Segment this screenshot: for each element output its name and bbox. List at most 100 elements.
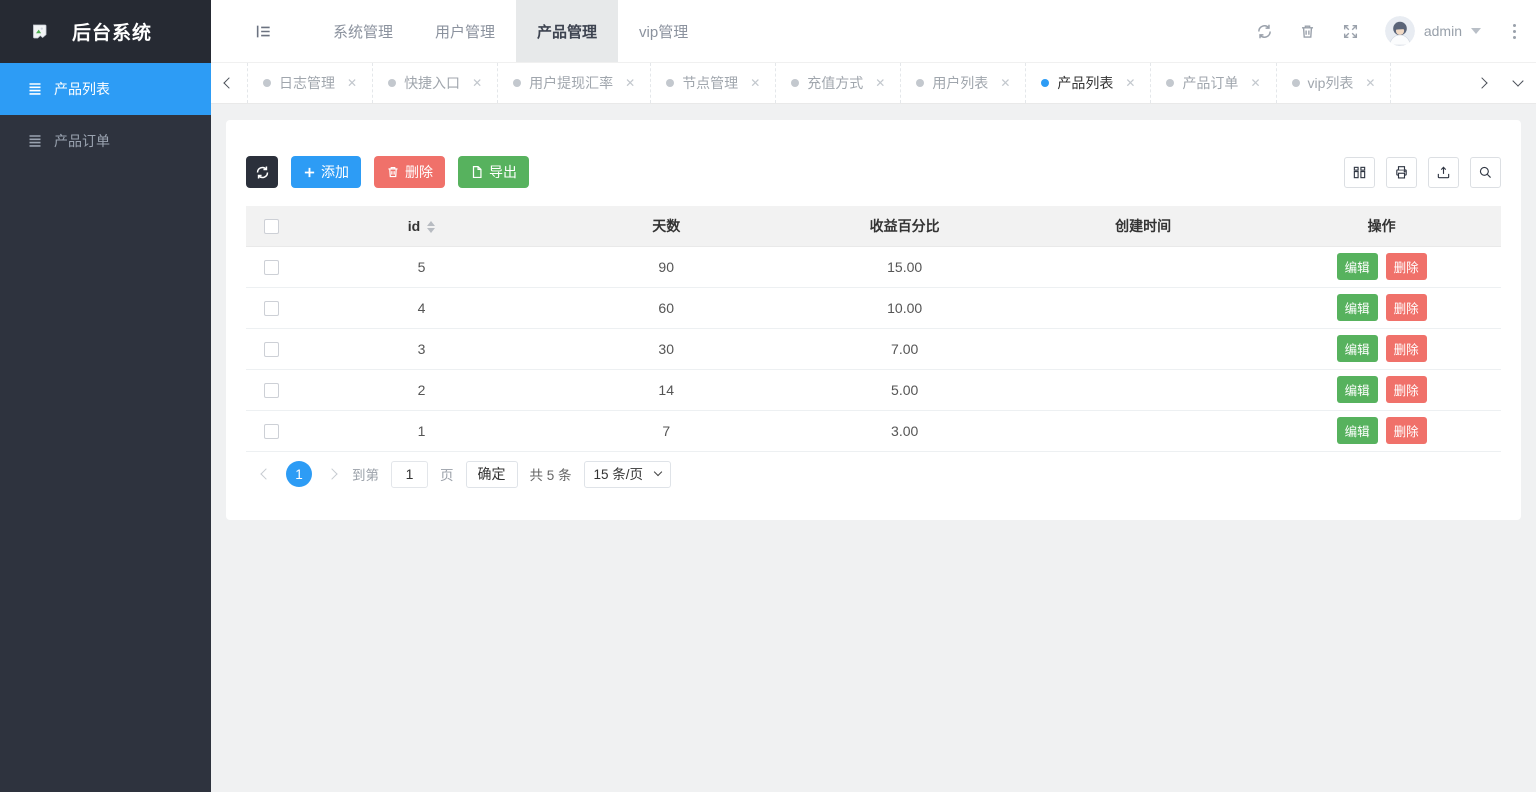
row-delete-button[interactable]: 删除: [1386, 417, 1427, 444]
user-menu[interactable]: admin: [1385, 16, 1481, 46]
content-area: 添加 删除 导出: [211, 104, 1536, 792]
cell-days: 60: [547, 287, 785, 328]
trash-icon[interactable]: [1299, 23, 1316, 40]
nav-vip-mgmt[interactable]: vip管理: [618, 0, 709, 62]
row-checkbox[interactable]: [264, 383, 279, 398]
sort-icon[interactable]: [427, 221, 435, 233]
tab-close-icon[interactable]: [347, 76, 357, 90]
list-icon: [27, 81, 43, 97]
edit-button[interactable]: 编辑: [1337, 417, 1378, 444]
confirm-page-button[interactable]: 确定: [466, 461, 518, 488]
row-checkbox[interactable]: [264, 342, 279, 357]
top-nav: 系统管理 用户管理 产品管理 vip管理: [312, 0, 709, 62]
trash-icon: [386, 165, 400, 179]
sidebar-item-product-list[interactable]: 产品列表: [0, 63, 211, 115]
tab-close-icon[interactable]: [1000, 76, 1010, 90]
export-data-button[interactable]: [1428, 157, 1459, 188]
cell-created: [1024, 410, 1262, 451]
table-row: 4 60 10.00 编辑删除: [246, 287, 1501, 328]
edit-button[interactable]: 编辑: [1337, 294, 1378, 321]
add-button[interactable]: 添加: [291, 156, 361, 188]
tab-product-list[interactable]: 产品列表: [1026, 63, 1151, 103]
cell-days: 90: [547, 246, 785, 287]
search-toggle-button[interactable]: [1470, 157, 1501, 188]
page-size-select[interactable]: 15 条/页: [584, 461, 671, 488]
next-page-icon[interactable]: [324, 466, 340, 482]
refresh-button[interactable]: [246, 156, 278, 188]
page-number-button[interactable]: 1: [286, 461, 312, 487]
sidebar-item-product-orders[interactable]: 产品订单: [0, 115, 211, 167]
tab-log-mgmt[interactable]: 日志管理: [247, 63, 373, 103]
tab-close-icon[interactable]: [1365, 76, 1375, 90]
cell-created: [1024, 369, 1262, 410]
tab-close-icon[interactable]: [625, 76, 635, 90]
cell-created: [1024, 328, 1262, 369]
cell-percent: 7.00: [785, 328, 1023, 369]
tabs-scroll-right-icon[interactable]: [1464, 63, 1500, 103]
refresh-icon[interactable]: [1256, 23, 1273, 40]
tab-vip-list[interactable]: vip列表: [1277, 63, 1392, 103]
row-delete-button[interactable]: 删除: [1386, 253, 1427, 280]
pagination: 1 到第 页 确定 共 5 条 15 条/页: [246, 461, 1501, 488]
col-header-days: 天数: [547, 206, 785, 246]
tab-close-icon[interactable]: [875, 76, 885, 90]
tab-close-icon[interactable]: [1125, 76, 1135, 90]
total-count-label: 共 5 条: [530, 464, 572, 484]
tab-quick-entry[interactable]: 快捷入口: [373, 63, 498, 103]
row-checkbox[interactable]: [264, 260, 279, 275]
tab-status-dot: [263, 79, 271, 87]
tab-withdraw-rate[interactable]: 用户提现汇率: [498, 63, 651, 103]
goto-suffix-label: 页: [440, 464, 454, 484]
edit-button[interactable]: 编辑: [1337, 376, 1378, 403]
tab-status-dot: [513, 79, 521, 87]
tab-status-dot: [791, 79, 799, 87]
more-menu-icon[interactable]: [1507, 24, 1522, 39]
chevron-down-icon: [1471, 28, 1481, 39]
username-label: admin: [1424, 23, 1462, 39]
app-title: 后台系统: [72, 18, 152, 45]
tab-status-dot: [388, 79, 396, 87]
fullscreen-icon[interactable]: [1342, 23, 1359, 40]
tab-recharge-method[interactable]: 充值方式: [776, 63, 901, 103]
tabs-menu-icon[interactable]: [1500, 63, 1536, 103]
search-icon: [1478, 165, 1493, 180]
file-icon: [470, 165, 484, 179]
tab-close-icon[interactable]: [1250, 76, 1260, 90]
sidebar-collapse-icon[interactable]: [255, 23, 272, 40]
top-header: 系统管理 用户管理 产品管理 vip管理: [211, 0, 1536, 63]
tab-node-mgmt[interactable]: 节点管理: [651, 63, 776, 103]
nav-system-mgmt[interactable]: 系统管理: [312, 0, 414, 62]
tab-product-orders[interactable]: 产品订单: [1151, 63, 1276, 103]
export-button[interactable]: 导出: [458, 156, 529, 188]
columns-toggle-button[interactable]: [1344, 157, 1375, 188]
col-header-created: 创建时间: [1024, 206, 1262, 246]
edit-button[interactable]: 编辑: [1337, 335, 1378, 362]
prev-page-icon[interactable]: [258, 466, 274, 482]
row-checkbox[interactable]: [264, 301, 279, 316]
tab-bar: 日志管理 快捷入口 用户提现汇率 节点管理 充值方式 用户列表 产品列表 产品订…: [211, 63, 1536, 104]
col-header-id[interactable]: id: [296, 206, 547, 246]
printer-icon: [1394, 165, 1409, 180]
tab-user-list[interactable]: 用户列表: [901, 63, 1026, 103]
delete-button[interactable]: 删除: [374, 156, 445, 188]
row-checkbox[interactable]: [264, 424, 279, 439]
print-button[interactable]: [1386, 157, 1417, 188]
tabs-scroll-left-icon[interactable]: [211, 63, 247, 103]
page-number-input[interactable]: [391, 461, 428, 488]
row-delete-button[interactable]: 删除: [1386, 376, 1427, 403]
row-delete-button[interactable]: 删除: [1386, 294, 1427, 321]
nav-product-mgmt[interactable]: 产品管理: [516, 0, 618, 62]
nav-user-mgmt[interactable]: 用户管理: [414, 0, 516, 62]
top-right-cluster: admin: [1256, 16, 1536, 46]
tab-close-icon[interactable]: [750, 76, 760, 90]
row-delete-button[interactable]: 删除: [1386, 335, 1427, 362]
sidebar: 后台系统 产品列表 产品订单: [0, 0, 211, 792]
tab-status-dot: [1041, 79, 1049, 87]
edit-button[interactable]: 编辑: [1337, 253, 1378, 280]
cell-days: 14: [547, 369, 785, 410]
product-list-card: 添加 删除 导出: [226, 120, 1521, 520]
sidebar-item-label: 产品订单: [54, 131, 110, 151]
avatar: [1385, 16, 1415, 46]
tab-close-icon[interactable]: [472, 76, 482, 90]
select-all-checkbox[interactable]: [264, 219, 279, 234]
